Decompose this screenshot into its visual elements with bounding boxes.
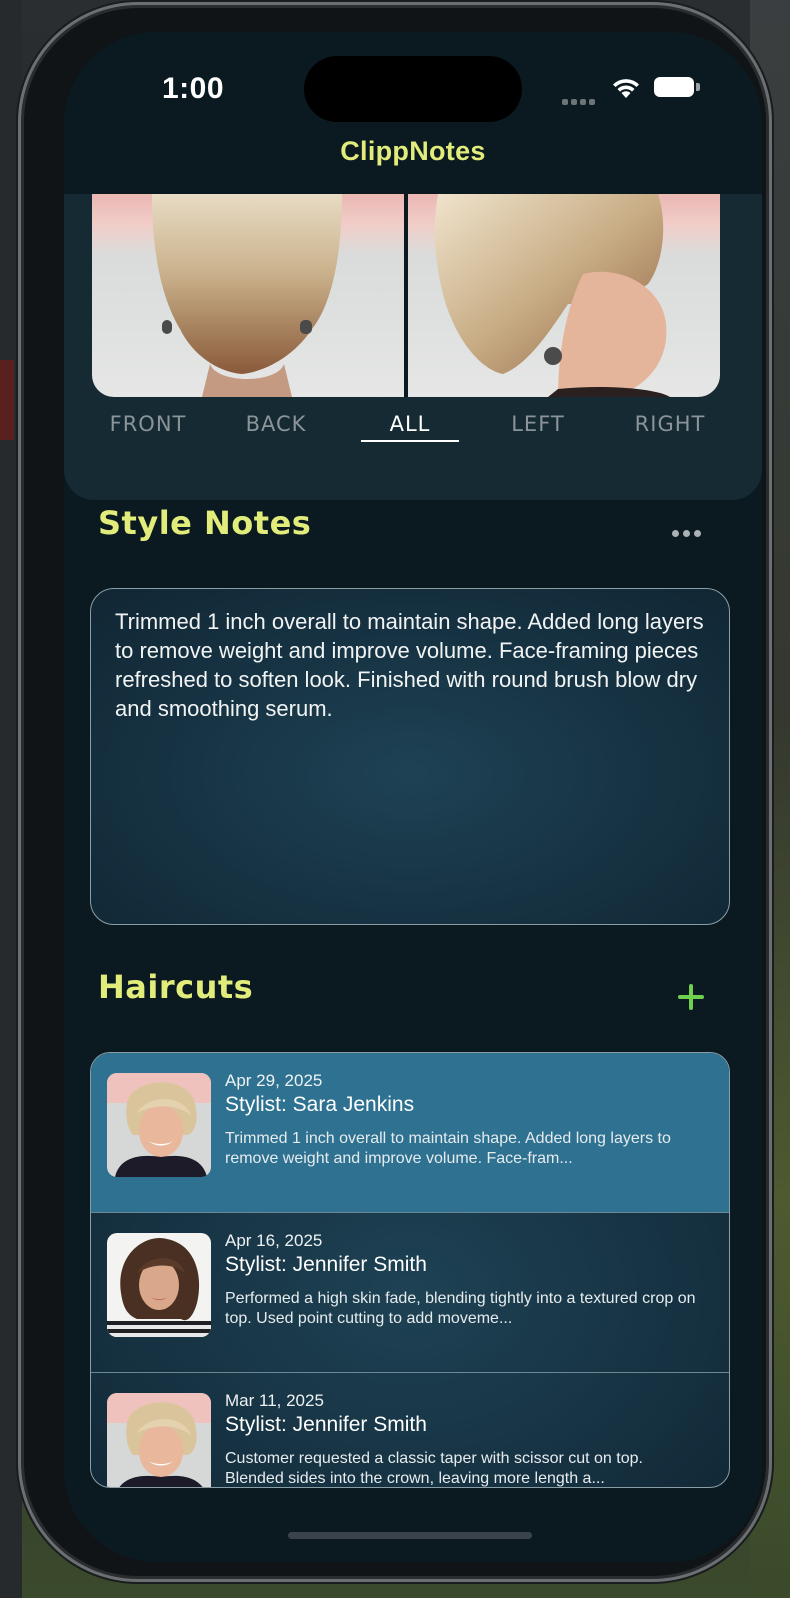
status-time: 1:00 bbox=[162, 72, 225, 105]
tab-back[interactable]: BACK bbox=[221, 412, 331, 436]
haircut-date: Apr 29, 2025 bbox=[225, 1071, 323, 1090]
haircut-notes: Customer requested a classic taper with … bbox=[225, 1450, 643, 1487]
haircuts-title: Haircuts bbox=[98, 968, 254, 1006]
app-title: ClippNotes bbox=[340, 136, 486, 166]
wifi-icon bbox=[613, 79, 639, 98]
haircut-row[interactable]: Apr 16, 2025 Stylist: Jennifer Smith Per… bbox=[91, 1213, 729, 1373]
back-view-photo[interactable] bbox=[92, 194, 404, 397]
view-tabs: FRONT BACK ALL LEFT RIGHT bbox=[64, 402, 762, 458]
haircut-thumbnail bbox=[107, 1233, 211, 1337]
style-notes-box[interactable]: Trimmed 1 inch overall to maintain shape… bbox=[90, 588, 730, 925]
style-notes-text: Trimmed 1 inch overall to maintain shape… bbox=[115, 609, 704, 721]
app-screen: 1:00 ClippNotes FRONT BACK ALL LEFT RIGH… bbox=[64, 32, 762, 1562]
style-notes-title: Style Notes bbox=[98, 504, 312, 542]
haircut-row[interactable]: Apr 29, 2025 Stylist: Sara Jenkins Trimm… bbox=[91, 1053, 729, 1213]
tab-all[interactable]: ALL bbox=[355, 412, 465, 436]
tab-selection-indicator bbox=[361, 440, 459, 442]
home-indicator[interactable] bbox=[288, 1532, 532, 1539]
haircut-row[interactable]: Mar 11, 2025 Stylist: Jennifer Smith Cus… bbox=[91, 1373, 729, 1487]
photo-panel: FRONT BACK ALL LEFT RIGHT bbox=[64, 194, 762, 500]
haircut-notes: Performed a high skin fade, blending tig… bbox=[225, 1290, 696, 1327]
haircut-list: Apr 29, 2025 Stylist: Sara Jenkins Trimm… bbox=[90, 1052, 730, 1488]
signal-icon bbox=[562, 92, 598, 105]
battery-icon bbox=[654, 77, 700, 99]
haircut-stylist: Stylist: Jennifer Smith bbox=[225, 1413, 427, 1436]
haircut-stylist: Stylist: Jennifer Smith bbox=[225, 1253, 427, 1276]
haircut-notes: Trimmed 1 inch overall to maintain shape… bbox=[225, 1130, 671, 1167]
right-view-photo[interactable] bbox=[408, 194, 720, 397]
tab-right[interactable]: RIGHT bbox=[615, 412, 725, 436]
haircut-thumbnail bbox=[107, 1393, 211, 1487]
tab-left[interactable]: LEFT bbox=[483, 412, 593, 436]
haircut-thumbnail bbox=[107, 1073, 211, 1177]
add-icon[interactable] bbox=[676, 982, 706, 1012]
phone-frame: 1:00 ClippNotes FRONT BACK ALL LEFT RIGH… bbox=[18, 2, 772, 1582]
tab-front[interactable]: FRONT bbox=[93, 412, 203, 436]
dynamic-island bbox=[304, 56, 522, 122]
haircut-date: Apr 16, 2025 bbox=[225, 1231, 323, 1250]
haircut-stylist: Stylist: Sara Jenkins bbox=[225, 1093, 415, 1116]
haircut-date: Mar 11, 2025 bbox=[225, 1391, 324, 1410]
more-icon[interactable] bbox=[672, 524, 706, 537]
status-bar: 1:00 bbox=[64, 32, 762, 132]
